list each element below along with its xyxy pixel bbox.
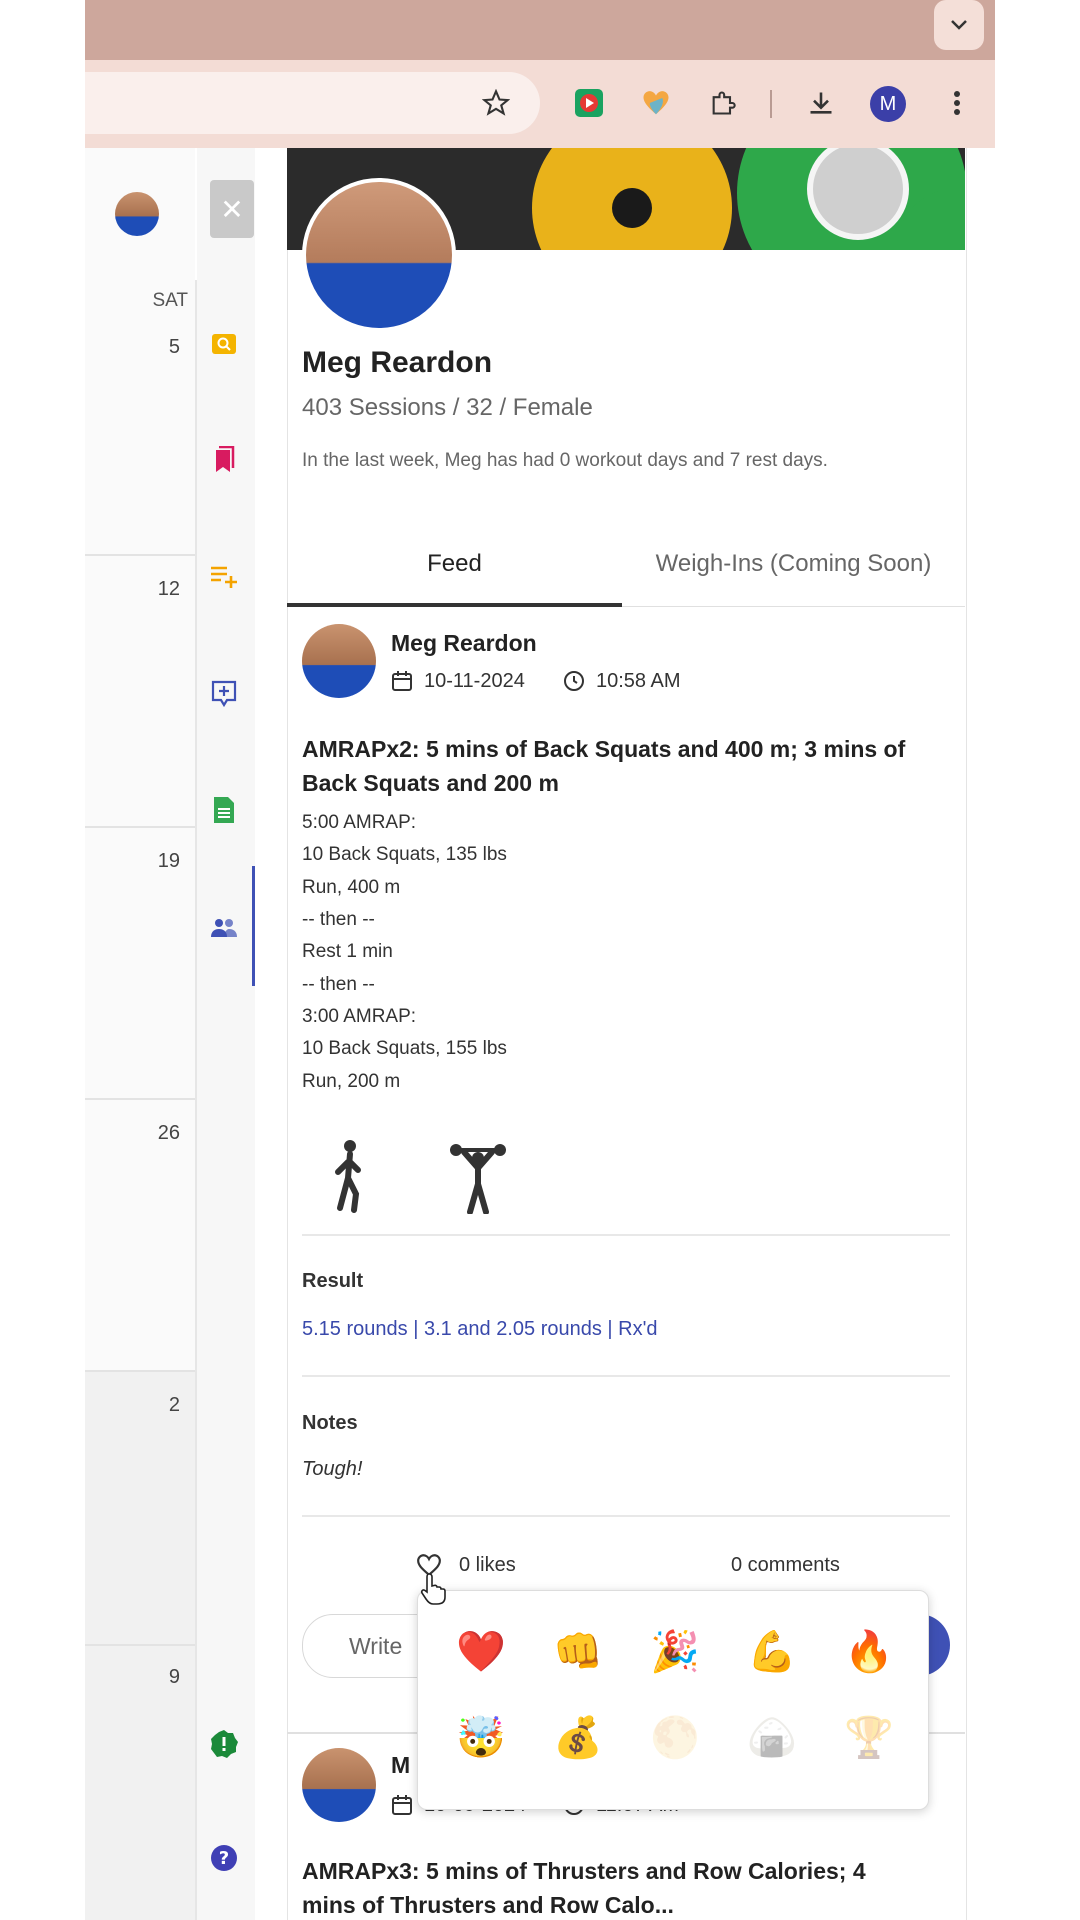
section-divider: [302, 1234, 950, 1236]
workout-line: 3:00 AMRAP:: [302, 1006, 417, 1027]
reaction-picker: ❤️ 👊 🎉 💪 🔥 🤯 💰 🌕 🍙 🏆: [417, 1590, 929, 1810]
alert-badge-icon[interactable]: [208, 1728, 240, 1760]
help-icon[interactable]: ?: [208, 1842, 240, 1874]
reaction-party[interactable]: 🎉: [647, 1623, 703, 1679]
workout-line: Rest 1 min: [302, 941, 393, 962]
calendar-user-avatar[interactable]: [115, 192, 159, 236]
toolbar-divider: [770, 90, 772, 118]
post-title: AMRAPx2: 5 mins of Back Squats and 400 m…: [302, 736, 906, 762]
reaction-money-bag[interactable]: 💰: [550, 1709, 606, 1765]
workout-line: -- then --: [302, 909, 375, 930]
reaction-muscle[interactable]: 💪: [744, 1623, 800, 1679]
post-author-avatar[interactable]: [302, 624, 376, 698]
post-author-name[interactable]: M: [391, 1752, 410, 1779]
plate-hub: [612, 188, 652, 228]
calendar-date[interactable]: 26: [140, 1122, 180, 1145]
download-icon[interactable]: [802, 84, 840, 122]
sheet-icon[interactable]: [208, 794, 240, 826]
active-rail-indicator: [252, 866, 255, 986]
bookmark-star-icon[interactable]: [477, 84, 515, 122]
pointer-hand-cursor: [420, 1572, 448, 1611]
post-title: mins of Thrusters and Row Calo...: [302, 1892, 674, 1918]
calendar-date[interactable]: 2: [140, 1394, 180, 1417]
post-date: 10-11-2024: [424, 670, 525, 692]
profile-summary: In the last week, Meg has had 0 workout …: [302, 450, 828, 471]
calendar-icon: [391, 670, 413, 697]
calendar-icon: [391, 1794, 413, 1821]
more-menu-icon[interactable]: [938, 84, 976, 122]
calendar-date[interactable]: 12: [140, 578, 180, 601]
workout-line: Run, 400 m: [302, 877, 401, 898]
comment-placeholder: Write: [349, 1633, 403, 1659]
address-bar[interactable]: [85, 72, 540, 134]
browser-tab-strip: [85, 0, 995, 60]
tab-weigh-ins[interactable]: Weigh-Ins (Coming Soon): [622, 520, 965, 608]
section-divider: [302, 1375, 950, 1377]
workout-line: Run, 200 m: [302, 1071, 401, 1092]
running-figure-icon: [328, 1138, 368, 1219]
post-title: Back Squats and 200 m: [302, 770, 559, 796]
video-extension-icon[interactable]: [570, 84, 608, 122]
close-icon: ✕: [220, 193, 244, 225]
post-author-name[interactable]: Meg Reardon: [391, 630, 537, 657]
section-divider: [302, 1515, 950, 1517]
reaction-rice-ball[interactable]: 🍙: [744, 1709, 800, 1765]
calendar-row-divider: [85, 1098, 195, 1100]
calendar-date[interactable]: 5: [140, 336, 180, 359]
bookmarks-icon[interactable]: [208, 444, 240, 476]
avatar-letter: M: [879, 92, 897, 115]
extensions-puzzle-icon[interactable]: [704, 84, 742, 122]
close-panel-button[interactable]: ✕: [210, 180, 254, 238]
post-author-avatar[interactable]: [302, 1748, 376, 1822]
calendar-row-divider: [85, 554, 195, 556]
heart-extension-icon[interactable]: [637, 84, 675, 122]
calendar-date[interactable]: 9: [140, 1666, 180, 1689]
workout-line: 5:00 AMRAP:: [302, 812, 417, 833]
barbell-squat-icon: [450, 1142, 506, 1219]
tab-search-button[interactable]: [934, 0, 984, 50]
profile-stats: 403 Sessions / 32 / Female: [302, 394, 593, 421]
notes-value: Tough!: [302, 1458, 363, 1480]
reaction-fire[interactable]: 🔥: [841, 1623, 897, 1679]
chevron-down-icon: [951, 20, 967, 30]
community-people-icon[interactable]: [208, 912, 240, 944]
clock-icon: [563, 670, 585, 697]
workout-line: 10 Back Squats, 155 lbs: [302, 1038, 507, 1059]
svg-text:?: ?: [219, 1848, 229, 1869]
profile-avatar-button[interactable]: M: [870, 86, 906, 122]
reaction-fist[interactable]: 👊: [550, 1623, 606, 1679]
side-icon-rail: [197, 148, 255, 1920]
result-heading: Result: [302, 1270, 364, 1292]
post-title: AMRAPx3: 5 mins of Thrusters and Row Cal…: [302, 1858, 866, 1884]
workout-line: 10 Back Squats, 135 lbs: [302, 844, 507, 865]
active-tab-indicator: [287, 603, 622, 607]
likes-count[interactable]: 0 likes: [459, 1554, 516, 1577]
workout-line: -- then --: [302, 974, 375, 995]
calendar-day-header: SAT: [152, 290, 188, 311]
reaction-heart[interactable]: ❤️: [453, 1623, 509, 1679]
result-value[interactable]: 5.15 rounds | 3.1 and 2.05 rounds | Rx'd: [302, 1318, 658, 1341]
calendar-row-divider: [85, 826, 195, 828]
calendar-date[interactable]: 19: [140, 850, 180, 873]
add-to-list-icon[interactable]: [208, 560, 240, 592]
profile-name: Meg Reardon: [302, 346, 493, 379]
post-time: 10:58 AM: [596, 670, 681, 692]
comments-count[interactable]: 0 comments: [731, 1554, 840, 1577]
tab-feed[interactable]: Feed: [287, 520, 622, 608]
search-workout-icon[interactable]: [208, 328, 240, 360]
add-note-icon[interactable]: [208, 678, 240, 710]
reaction-trophy[interactable]: 🏆: [841, 1709, 897, 1765]
reaction-moon[interactable]: 🌕: [647, 1709, 703, 1765]
reaction-mind-blown[interactable]: 🤯: [453, 1709, 509, 1765]
profile-avatar: [302, 178, 456, 332]
notes-heading: Notes: [302, 1412, 358, 1434]
